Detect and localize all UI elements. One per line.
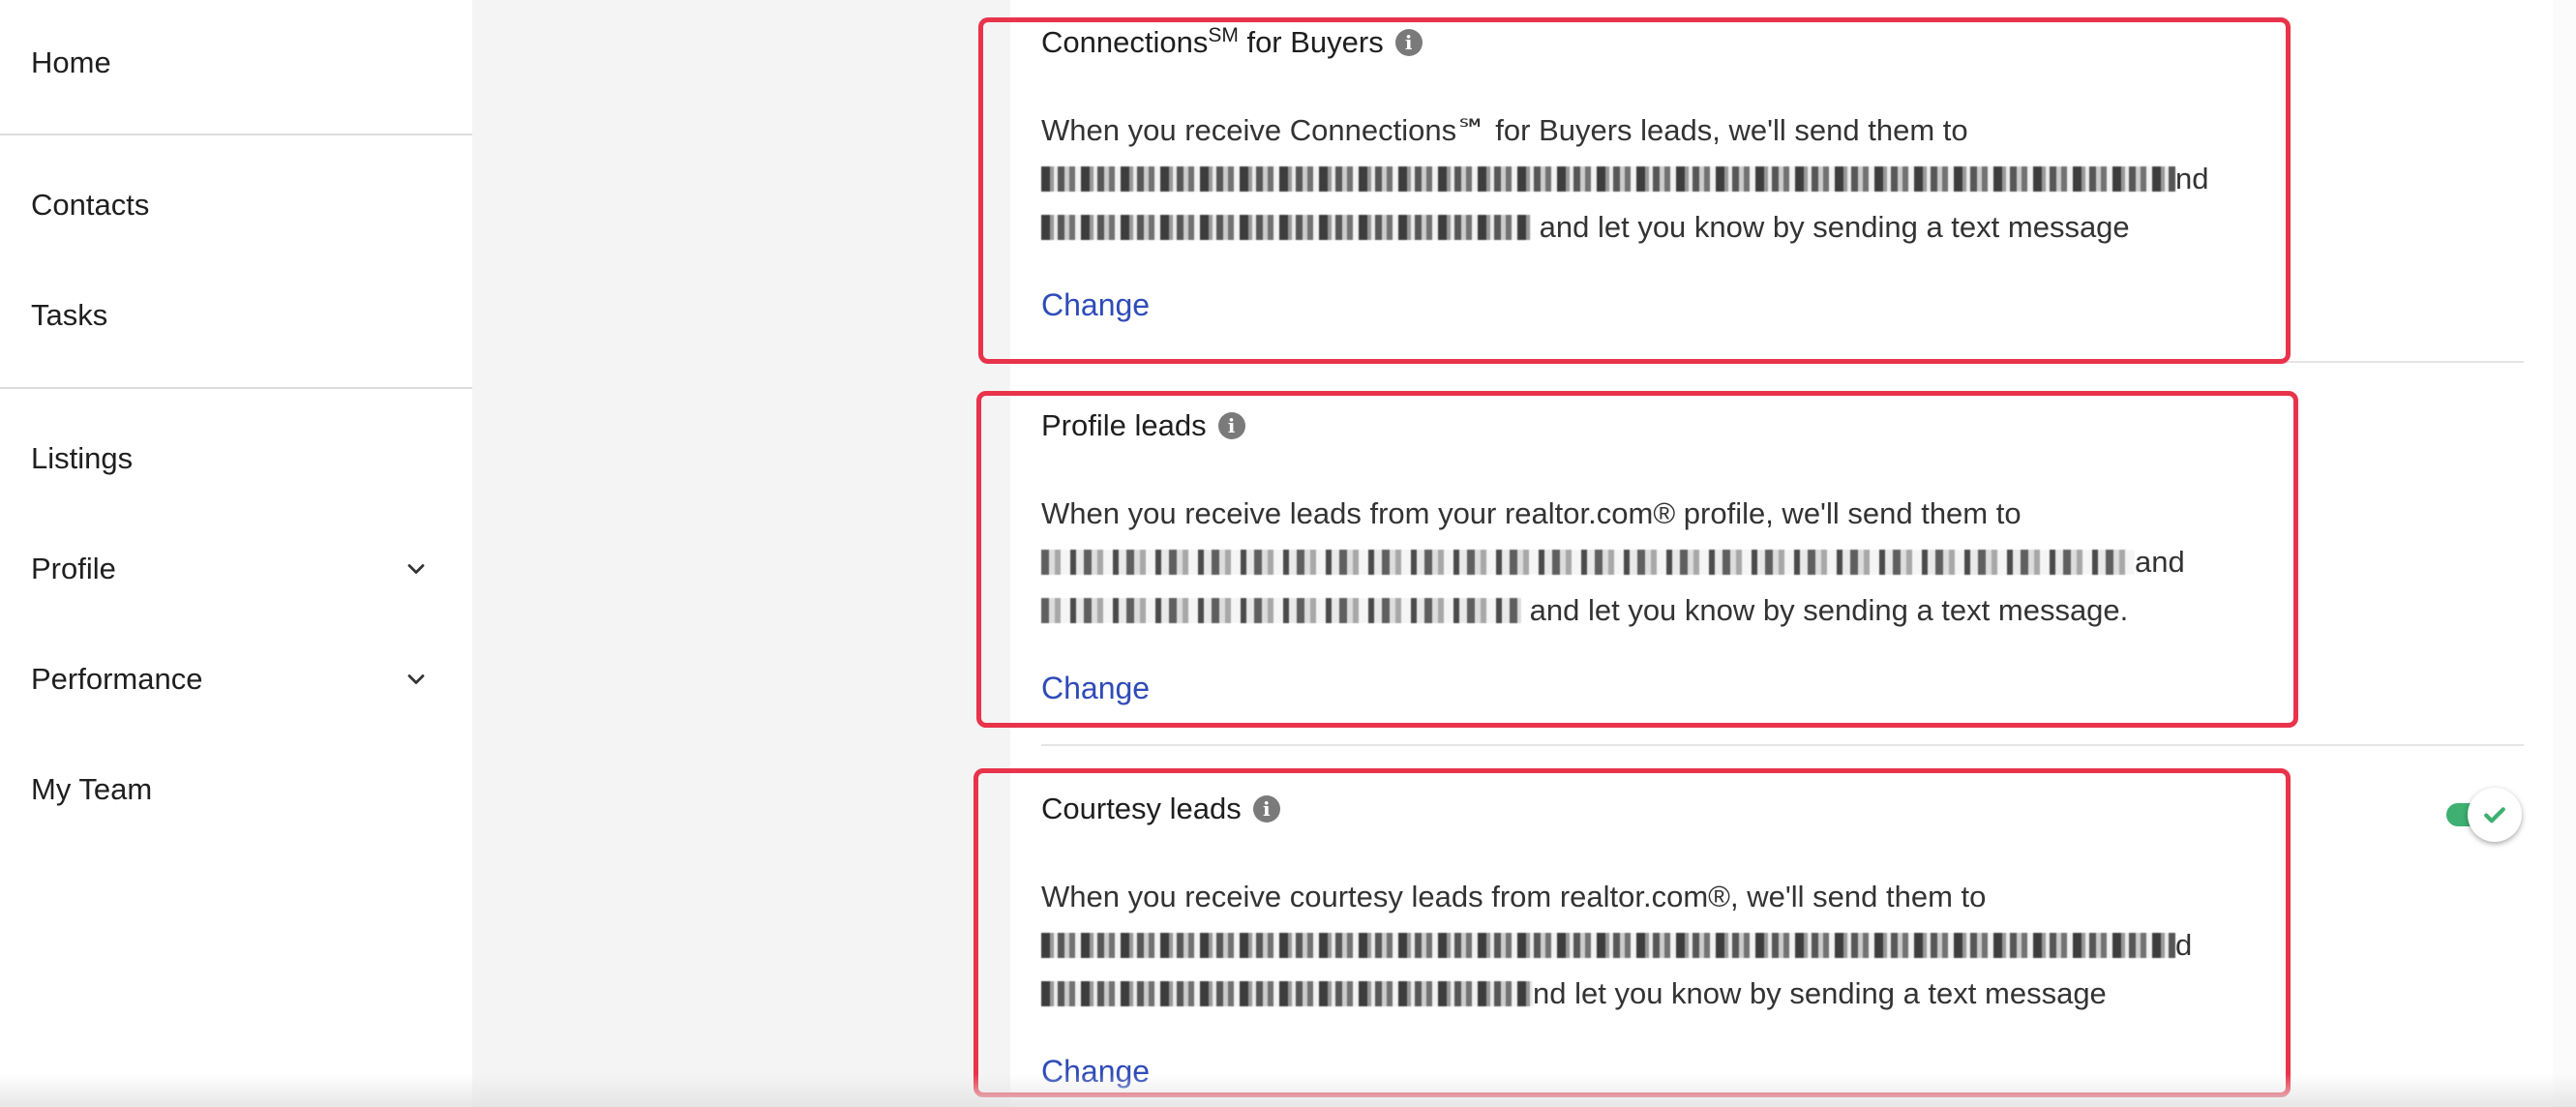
redacted-email [1041,550,2135,575]
sidebar-item-label: Home [31,45,111,79]
info-icon[interactable]: i [1394,29,1423,56]
sidebar: Home Contacts Tasks Listings Profile Per… [0,0,472,1107]
sidebar-item-listings[interactable]: Listings [31,420,430,497]
info-icon[interactable]: i [1217,412,1245,439]
sidebar-item-label: Tasks [31,298,108,332]
sidebar-item-profile[interactable]: Profile [31,530,430,608]
toggle-knob [2468,788,2522,842]
description-line: nd let you know by sending a text messag… [1041,970,2192,1018]
description-line: When you receive leads from your realtor… [1041,496,2022,530]
sidebar-item-label: Profile [31,552,116,585]
redacted-phone [1041,215,1531,240]
courtesy-leads-toggle[interactable] [2442,788,2524,842]
redacted-email [1041,166,2175,192]
description-line: nd [1041,155,2208,203]
redacted-email [1041,933,2175,958]
redacted-phone [1041,981,1533,1006]
section-title-connections: ConnectionsSM for Buyers i [1041,21,1423,64]
section-title-courtesy-leads: Courtesy leads i [1041,788,1280,830]
sidebar-item-contacts[interactable]: Contacts [31,166,430,244]
bottom-fade [0,1074,2576,1107]
section-title-text: Courtesy leads [1041,792,1242,825]
change-link-connections[interactable]: Change [1041,287,1150,323]
sidebar-item-my-team[interactable]: My Team [31,751,430,828]
info-icon[interactable]: i [1252,795,1280,823]
sidebar-divider [0,134,472,135]
chevron-down-icon[interactable] [403,666,430,693]
sidebar-item-tasks[interactable]: Tasks [31,277,430,354]
section-divider [1041,744,2524,746]
sidebar-item-performance[interactable]: Performance [31,641,430,718]
sidebar-item-home[interactable]: Home [31,24,430,102]
section-title-profile-leads: Profile leads i [1041,404,1245,447]
checkmark-icon [2484,807,2505,823]
description-line: d [1041,921,2192,970]
sidebar-item-label: Performance [31,662,203,696]
change-link-profile-leads[interactable]: Change [1041,671,1150,706]
sidebar-divider [0,387,472,389]
section-description-connections: When you receive Connections℠ for Buyers… [1041,106,2208,252]
content-gutter-right [2553,0,2576,1107]
section-title-text: ConnectionsSM for Buyers [1041,24,1384,59]
sidebar-item-label: Contacts [31,188,150,222]
description-line: and let you know by sending a text messa… [1041,586,2185,635]
section-description-courtesy-leads: When you receive courtesy leads from rea… [1041,873,2192,1018]
description-line: When you receive courtesy leads from rea… [1041,880,1987,913]
sidebar-item-label: Listings [31,441,134,475]
content-gutter [472,0,1010,1107]
description-line: and [1041,538,2185,586]
section-title-text: Profile leads [1041,408,1207,442]
chevron-down-icon[interactable] [403,555,430,583]
section-divider [1041,361,2524,363]
sidebar-item-label: My Team [31,772,153,806]
description-line: and let you know by sending a text messa… [1041,203,2208,252]
redacted-phone [1041,598,1521,623]
section-description-profile-leads: When you receive leads from your realtor… [1041,490,2185,635]
app-page: Home Contacts Tasks Listings Profile Per… [0,0,2576,1107]
description-line: When you receive Connections℠ for Buyers… [1041,113,1968,147]
